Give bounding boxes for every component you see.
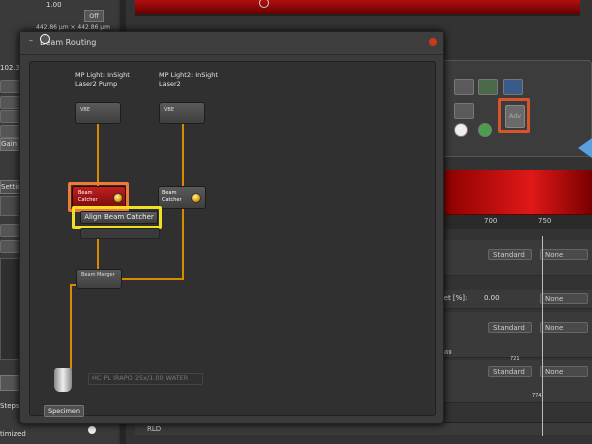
indicator-ring-icon — [259, 0, 269, 8]
minimize-icon[interactable]: – — [29, 36, 33, 45]
laser2-label: MP Light2: InSight Laser2 — [159, 71, 218, 88]
close-icon[interactable] — [429, 38, 437, 46]
dropdown-standard-2[interactable]: Standard — [488, 322, 532, 333]
align-panel-shadow — [80, 228, 160, 239]
coordinate-readout: 442.86 µm × 442.86 µm — [36, 24, 110, 31]
spectrum-display — [440, 170, 592, 215]
vbe-label-1: VBE — [80, 107, 91, 113]
off-toggle[interactable]: Off — [84, 10, 104, 22]
dropdown-standard-1[interactable]: Standard — [488, 249, 532, 260]
dropdown-none-2[interactable]: None — [540, 293, 588, 304]
window-grip-icon[interactable] — [40, 34, 50, 44]
ruler-tick-750: 750 — [538, 217, 552, 225]
dropdown-standard-3[interactable]: Standard — [488, 366, 532, 377]
rld-label: RLD — [147, 425, 162, 433]
top-value-field[interactable]: 1.00 — [46, 1, 106, 9]
catcher-2-led-icon — [191, 193, 201, 203]
settings-sliders-icon[interactable] — [478, 79, 498, 95]
dropdown-none-4[interactable]: None — [540, 366, 588, 377]
ruler-tick-700: 700 — [484, 217, 498, 225]
vbe-box-2[interactable]: VBE — [159, 102, 205, 124]
steps-label: Steps — [0, 402, 20, 410]
wavelength-ruler: 700 750 — [440, 214, 592, 229]
adv-button[interactable]: Adv — [505, 105, 525, 128]
offset-label: set [%]: — [440, 294, 468, 302]
detector-icon[interactable] — [503, 79, 523, 95]
beam-merger-box[interactable]: Beam Merger — [76, 269, 122, 289]
beam-path-canvas: MP Light: InSight Laser2 Pump MP Light2:… — [29, 61, 436, 417]
dropdown-none-3[interactable]: None — [540, 322, 588, 333]
cursor-line — [542, 236, 543, 436]
line-mode-icon[interactable] — [454, 79, 474, 95]
objective-icon — [54, 368, 72, 392]
beam-catcher-2[interactable]: Beam Catcher — [158, 186, 206, 209]
vbe-box-1[interactable]: VBE — [75, 102, 121, 124]
dash-icon[interactable] — [454, 103, 474, 119]
offset-row: set [%]: 0.00 None — [440, 290, 592, 309]
beam-catcher-2-label: Beam Catcher — [162, 190, 182, 203]
beam-routing-window: – Beam Routing MP Light: InSight Laser2 … — [19, 31, 444, 424]
adv-button-highlight: Adv — [498, 98, 530, 133]
optimized-label: timized — [0, 430, 26, 438]
detector-row-1: Standard None — [440, 240, 592, 276]
beam-line-1b — [97, 239, 99, 271]
status-green-icon[interactable] — [478, 123, 492, 137]
offset-value: 0.00 — [484, 294, 500, 302]
top-red-display — [135, 0, 580, 16]
window-titlebar[interactable]: – Beam Routing — [20, 32, 443, 55]
beam-line-down — [70, 284, 72, 369]
align-button-highlight — [72, 206, 162, 229]
beam-line-2b — [182, 203, 184, 278]
add-icon[interactable] — [88, 426, 96, 434]
vbe-label-2: VBE — [164, 107, 175, 113]
left-arrow-button-2[interactable] — [0, 240, 20, 253]
left-arrow-button[interactable] — [0, 224, 20, 237]
detector-row-3: Standard None 774 — [440, 360, 592, 403]
dropdown-none-1[interactable]: None — [540, 249, 588, 260]
detector-row-2: Standard None 669 721 — [440, 312, 592, 362]
laser1-label: MP Light: InSight Laser2 Pump — [75, 71, 130, 88]
objective-dropdown[interactable]: HC PL IRAPO 25x/1.00 WATER — [88, 373, 203, 385]
beam-line-merge — [122, 278, 184, 280]
specimen-label: Specimen — [44, 405, 84, 417]
filter-wheel-icon[interactable] — [454, 123, 468, 137]
value-774: 774 — [532, 393, 542, 399]
beam-merger-label: Beam Merger — [81, 272, 115, 278]
